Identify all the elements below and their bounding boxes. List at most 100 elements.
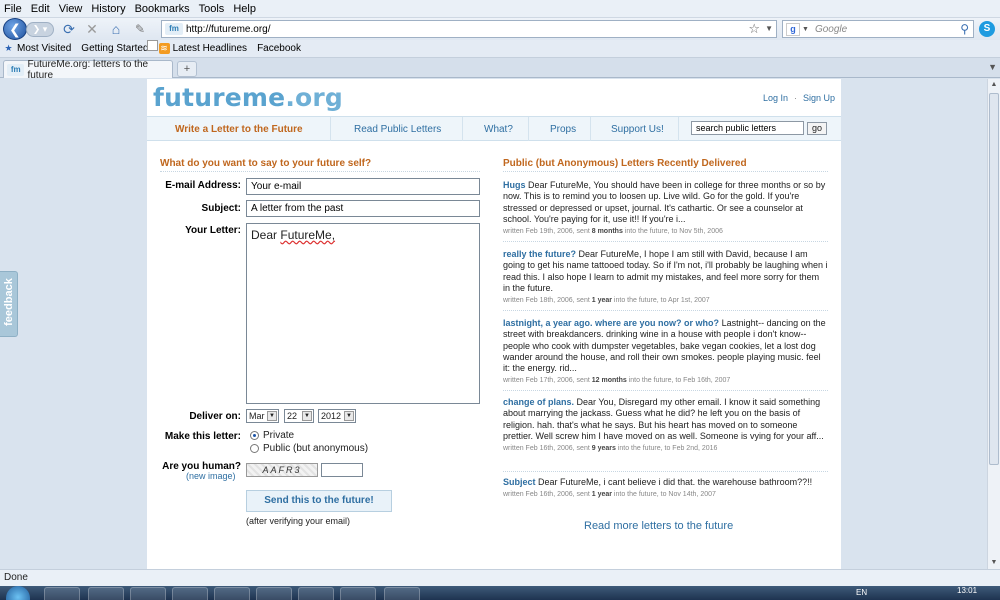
start-button[interactable] <box>6 586 30 600</box>
taskbar-app-icon[interactable] <box>214 587 250 600</box>
tab-list-icon[interactable]: ▼ <box>988 62 997 72</box>
chevron-down-icon: ▼ <box>267 411 277 421</box>
go-button[interactable]: go <box>807 122 827 135</box>
letter-title-link[interactable]: Subject <box>503 477 536 487</box>
tab-bar: fm FutureMe.org: letters to the future +… <box>0 58 1000 81</box>
menu-help[interactable]: Help <box>233 3 256 15</box>
menu-history[interactable]: History <box>91 3 125 15</box>
scroll-up-icon[interactable]: ▲ <box>988 79 1000 91</box>
page-icon <box>147 40 158 51</box>
letter-title-link[interactable]: Hugs <box>503 180 526 190</box>
taskbar-app-icon[interactable] <box>88 587 124 600</box>
public-radio[interactable]: Public (but anonymous) <box>250 443 368 454</box>
radio-selected-icon <box>250 431 259 440</box>
language-indicator[interactable]: EN <box>856 588 867 597</box>
bookmark-getting-started[interactable]: Getting Started <box>81 40 158 54</box>
stop-icon[interactable]: ✕ <box>84 21 100 37</box>
letter-title-link[interactable]: change of plans. <box>503 397 574 407</box>
taskbar-app-icon[interactable] <box>172 587 208 600</box>
subject-field[interactable]: A letter from the past <box>246 200 480 217</box>
site-favicon: fm <box>165 23 183 35</box>
feedback-tab[interactable]: feedback <box>0 271 18 337</box>
tab-futureme[interactable]: fm FutureMe.org: letters to the future <box>3 58 173 81</box>
nav-props[interactable]: Props <box>550 124 576 135</box>
back-button[interactable]: ❮ <box>3 18 27 40</box>
taskbar-app-icon[interactable] <box>298 587 334 600</box>
taskbar-app-icon[interactable] <box>340 587 376 600</box>
list-item: Subject Dear FutureMe, i cant believe i … <box>503 477 813 499</box>
auth-links: Log In · Sign Up <box>762 93 835 103</box>
navigation-toolbar: ❮ ❯ ▾ ⟳ ✕ ⌂ ✎ fm http://futureme.org/ ☆ … <box>0 18 1000 40</box>
bookmark-most-visited[interactable]: ★ Most Visited <box>3 43 71 54</box>
search-placeholder[interactable]: Google <box>815 24 847 35</box>
chevron-down-icon: ▼ <box>344 411 354 421</box>
address-bar[interactable]: fm http://futureme.org/ ☆ ▼ <box>161 20 777 38</box>
read-more-link[interactable]: Read more letters to the future <box>584 520 733 532</box>
new-tab-button[interactable]: + <box>177 61 197 77</box>
nav-divider <box>528 117 529 141</box>
bookmark-facebook[interactable]: Facebook <box>147 40 301 54</box>
taskbar: EN 13:01 <box>0 586 1000 600</box>
skype-icon[interactable]: S <box>979 21 995 37</box>
day-select[interactable]: 22 ▼ <box>284 409 314 423</box>
forward-button[interactable]: ❯ ▾ <box>26 22 54 37</box>
send-button[interactable]: Send this to the future! <box>246 490 392 512</box>
make-letter-label: Make this letter: <box>164 431 241 442</box>
letter-divider <box>503 310 828 311</box>
email-field[interactable]: Your e-mail <box>246 178 480 195</box>
nav-divider <box>462 117 463 141</box>
search-bar[interactable]: g ▼ Google ⚲ <box>782 20 974 38</box>
form-heading: What do you want to say to your future s… <box>160 158 372 169</box>
home-icon[interactable]: ⌂ <box>108 21 124 37</box>
month-select[interactable]: Mar ▼ <box>246 409 279 423</box>
nav-write-letter[interactable]: Write a Letter to the Future <box>175 124 303 135</box>
url-text[interactable]: http://futureme.org/ <box>186 24 271 35</box>
menu-file[interactable]: File <box>4 3 22 15</box>
letter-textarea[interactable]: Dear FutureMe, <box>246 223 480 404</box>
private-radio[interactable]: Private <box>250 430 294 441</box>
site-nav: Write a Letter to the Future Read Public… <box>147 116 841 141</box>
captcha-input[interactable] <box>321 463 363 477</box>
nav-what[interactable]: What? <box>484 124 513 135</box>
clock[interactable]: 13:01 <box>957 586 977 595</box>
deliver-label: Deliver on: <box>189 411 241 422</box>
bookmark-latest-headlines[interactable]: ≋ Latest Headlines <box>158 43 247 54</box>
page-scrollbar[interactable]: ▲ ▼ <box>987 79 1000 569</box>
menu-tools[interactable]: Tools <box>199 3 225 15</box>
reload-icon[interactable]: ⟳ <box>61 21 77 37</box>
taskbar-app-icon[interactable] <box>384 587 420 600</box>
letter-divider <box>503 241 828 242</box>
menu-bookmarks[interactable]: Bookmarks <box>135 3 190 15</box>
letter-title-link[interactable]: lastnight, a year ago. where are you now… <box>503 318 719 328</box>
search-engine-dropdown-icon[interactable]: ▼ <box>802 26 809 33</box>
login-link[interactable]: Log In <box>763 93 788 103</box>
rss-icon: ≋ <box>158 43 170 54</box>
new-image-link[interactable]: (new image) <box>186 471 236 481</box>
year-select[interactable]: 2012 ▼ <box>318 409 356 423</box>
plugin-icon[interactable]: ✎ <box>132 21 148 37</box>
page: futureme.org Log In · Sign Up Write a Lett… <box>147 79 841 569</box>
search-public-input[interactable]: search public letters <box>691 121 804 135</box>
url-dropdown-icon[interactable]: ▼ <box>765 21 773 37</box>
taskbar-app-icon[interactable] <box>130 587 166 600</box>
google-icon[interactable]: g <box>786 22 800 36</box>
scroll-down-icon[interactable]: ▼ <box>988 557 1000 569</box>
signup-link[interactable]: Sign Up <box>803 93 835 103</box>
taskbar-app-icon[interactable] <box>44 587 80 600</box>
taskbar-app-icon[interactable] <box>256 587 292 600</box>
nav-support[interactable]: Support Us! <box>611 124 664 135</box>
nav-read-public[interactable]: Read Public Letters <box>354 124 441 135</box>
search-icon[interactable]: ⚲ <box>960 21 969 37</box>
bookmarks-toolbar: ★ Most Visited Getting Started ≋ Latest He… <box>0 40 1000 58</box>
form-heading-rule <box>160 171 480 172</box>
viewport: feedback futureme.org Log In · Sign Up Wri… <box>0 79 987 569</box>
scrollbar-thumb[interactable] <box>989 93 999 465</box>
list-item: really the future? Dear FutureMe, I hope… <box>503 249 828 305</box>
tab-title: FutureMe.org: letters to the future <box>27 58 149 81</box>
menu-edit[interactable]: Edit <box>31 3 50 15</box>
menu-view[interactable]: View <box>59 3 83 15</box>
letter-title-link[interactable]: really the future? <box>503 249 576 259</box>
status-text: Done <box>4 572 28 583</box>
site-logo[interactable]: futureme.org <box>153 83 343 112</box>
bookmark-star-icon[interactable]: ☆ <box>748 21 760 37</box>
